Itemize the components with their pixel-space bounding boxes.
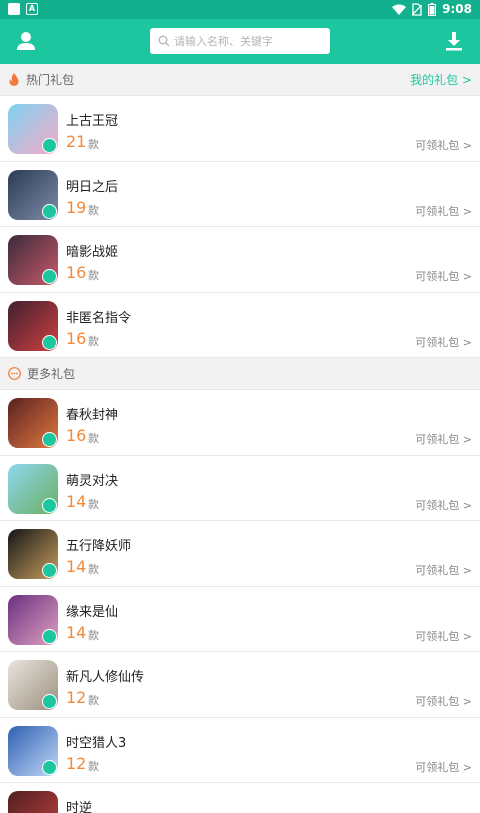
game-name: 五行降妖师 bbox=[66, 539, 132, 554]
more-icon bbox=[8, 367, 21, 380]
gift-count-unit: 款 bbox=[88, 138, 99, 151]
gift-badge-icon bbox=[42, 694, 57, 709]
claim-gift-link[interactable]: 可领礼包 > bbox=[415, 693, 472, 709]
game-icon bbox=[8, 660, 58, 710]
app-notification-icon: A bbox=[26, 3, 38, 15]
gift-list-item[interactable]: 萌灵对决 14 款 可领礼包 > bbox=[0, 456, 480, 521]
gift-badge-icon bbox=[42, 432, 57, 447]
status-bar: A 9:08 bbox=[0, 0, 480, 19]
claim-gift-link[interactable]: 可领礼包 > bbox=[415, 759, 472, 775]
game-icon bbox=[8, 235, 58, 285]
gift-list-item[interactable]: 五行降妖师 14 款 可领礼包 > bbox=[0, 521, 480, 587]
status-time: 9:08 bbox=[442, 2, 472, 16]
game-name: 明日之后 bbox=[66, 179, 119, 195]
gift-badge-icon bbox=[42, 497, 57, 513]
claim-gift-link[interactable]: 可领礼包 > bbox=[415, 628, 472, 644]
game-name: 萌灵对决 bbox=[66, 473, 119, 489]
claim-gift-link[interactable]: 可领礼包 > bbox=[415, 137, 472, 153]
game-icon bbox=[8, 398, 58, 448]
gift-list-item[interactable]: 时空猎人3 12 款 可领礼包 > bbox=[0, 718, 480, 783]
game-icon bbox=[8, 463, 58, 514]
fire-icon bbox=[9, 73, 19, 86]
game-name: 春秋封神 bbox=[66, 408, 119, 423]
gift-count-unit: 款 bbox=[88, 203, 99, 217]
my-gifts-link[interactable]: 我的礼包 > bbox=[410, 71, 472, 88]
more-gift-list: 春秋封神 16 款可领礼包 > 萌灵对决 14 款可领礼包 > 五行降妖师 14 款可领礼包 >… bbox=[0, 390, 480, 813]
game-name: 非匿名指令 bbox=[66, 310, 132, 326]
gift-count-unit: 款 bbox=[88, 628, 99, 642]
gift-count: 21 bbox=[66, 132, 87, 151]
gift-badge-icon bbox=[42, 138, 57, 153]
game-icon bbox=[8, 300, 58, 351]
search-input[interactable] bbox=[174, 34, 314, 48]
game-icon bbox=[8, 169, 58, 220]
game-icon bbox=[8, 104, 58, 154]
game-name: 缘来是仙 bbox=[66, 604, 119, 620]
notification-icon bbox=[8, 3, 20, 15]
gift-badge-icon bbox=[42, 334, 57, 350]
gift-list-item[interactable]: 非匿名指令 16 款 可领礼包 > bbox=[0, 293, 480, 358]
gift-badge-icon bbox=[42, 563, 57, 578]
game-name: 新凡人修仙传 bbox=[66, 670, 145, 685]
gift-list-item[interactable]: 暗影战姬 16 款 可领礼包 > bbox=[0, 227, 480, 293]
game-name: 时逆 bbox=[66, 801, 93, 813]
claim-gift-link[interactable]: 可领礼包 > bbox=[415, 562, 472, 578]
gift-badge-icon bbox=[42, 269, 57, 284]
claim-gift-link[interactable]: 可领礼包 > bbox=[415, 431, 472, 447]
gift-count: 16 bbox=[66, 328, 87, 348]
gift-list-item[interactable]: 时逆 bbox=[0, 783, 480, 813]
hot-gift-list: 上古王冠 21 款可领礼包 > 明日之后 19 款可领礼包 > 暗影战姬 16 款可领礼包 > 非… bbox=[0, 96, 480, 358]
gift-list-item[interactable]: 上古王冠 21 款 可领礼包 > bbox=[0, 96, 480, 162]
download-icon[interactable] bbox=[442, 29, 466, 53]
gift-count: 12 bbox=[66, 688, 87, 707]
gift-count: 12 bbox=[66, 753, 87, 773]
gift-count-unit: 款 bbox=[88, 269, 99, 282]
gift-list-item[interactable]: 新凡人修仙传 12 款 可领礼包 > bbox=[0, 652, 480, 718]
gift-count: 16 bbox=[66, 263, 87, 282]
game-icon bbox=[8, 725, 58, 776]
gift-count-unit: 款 bbox=[88, 563, 99, 576]
gift-count: 14 bbox=[66, 491, 87, 511]
battery-icon bbox=[428, 3, 437, 16]
gift-count: 14 bbox=[66, 557, 87, 576]
hot-section-header: 热门礼包 我的礼包 > bbox=[0, 64, 480, 96]
more-section-title: 更多礼包 bbox=[27, 367, 76, 381]
claim-gift-link[interactable]: 可领礼包 > bbox=[415, 203, 472, 219]
game-name: 时空猎人3 bbox=[66, 735, 127, 751]
gift-count-unit: 款 bbox=[88, 694, 99, 707]
gift-badge-icon bbox=[42, 628, 57, 644]
gift-list-item[interactable]: 明日之后 19 款 可领礼包 > bbox=[0, 162, 480, 227]
gift-list-item[interactable]: 缘来是仙 14 款 可领礼包 > bbox=[0, 587, 480, 652]
claim-gift-link[interactable]: 可领礼包 > bbox=[415, 497, 472, 513]
no-sim-icon bbox=[412, 3, 423, 16]
gift-badge-icon bbox=[42, 759, 57, 775]
gift-count: 16 bbox=[66, 426, 87, 445]
gift-count: 14 bbox=[66, 622, 87, 642]
gift-count-unit: 款 bbox=[88, 334, 99, 348]
game-name: 暗影战姬 bbox=[66, 245, 119, 260]
gift-count: 19 bbox=[66, 197, 87, 217]
gift-count-unit: 款 bbox=[88, 432, 99, 445]
game-icon bbox=[8, 791, 58, 813]
app-header bbox=[0, 19, 480, 64]
search-icon bbox=[158, 35, 170, 47]
game-icon bbox=[8, 594, 58, 645]
game-name: 上古王冠 bbox=[66, 114, 119, 129]
wifi-icon bbox=[392, 4, 407, 15]
search-box[interactable] bbox=[150, 28, 330, 54]
gift-count-unit: 款 bbox=[88, 759, 99, 773]
hot-section-title: 热门礼包 bbox=[26, 73, 75, 87]
claim-gift-link[interactable]: 可领礼包 > bbox=[415, 268, 472, 284]
gift-count-unit: 款 bbox=[88, 497, 99, 511]
gift-badge-icon bbox=[42, 203, 57, 219]
game-icon bbox=[8, 529, 58, 579]
more-section-header: 更多礼包 bbox=[0, 358, 480, 390]
user-icon[interactable] bbox=[14, 29, 38, 53]
claim-gift-link[interactable]: 可领礼包 > bbox=[415, 334, 472, 350]
gift-list-item[interactable]: 春秋封神 16 款 可领礼包 > bbox=[0, 390, 480, 456]
